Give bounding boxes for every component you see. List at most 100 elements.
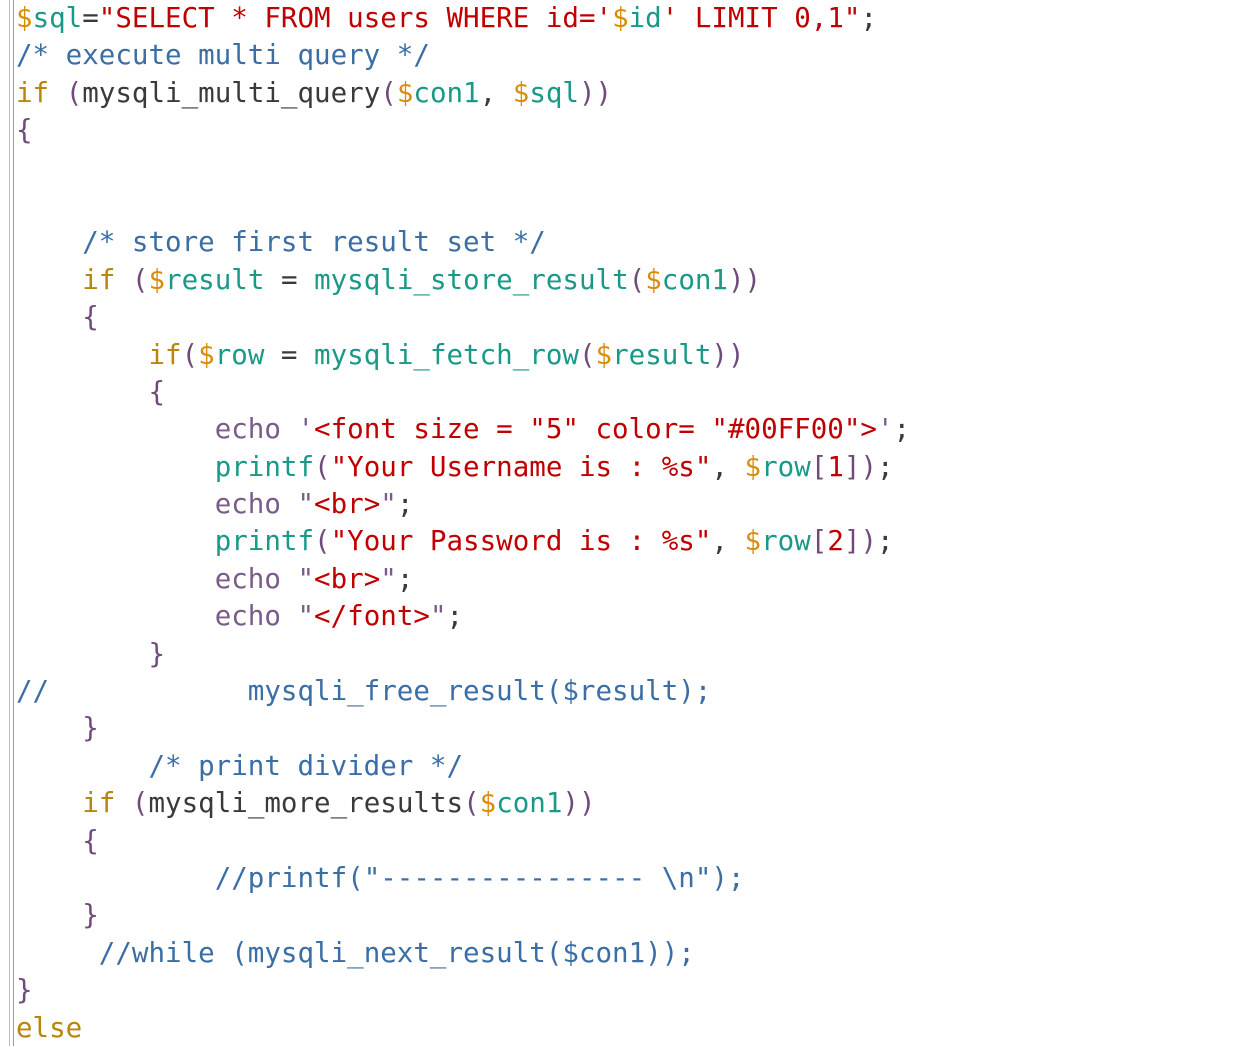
code-line: } [16, 972, 1235, 1009]
source-code-block[interactable]: $sql="SELECT * FROM users WHERE id='$id'… [16, 0, 1235, 1047]
code-token: { [82, 824, 99, 857]
code-token: "Your Username is : %s" [330, 450, 712, 483]
code-line: $sql="SELECT * FROM users WHERE id='$id'… [16, 0, 1235, 37]
gutter-rule-outer [9, 0, 10, 1046]
code-line: printf("Your Username is : %s", $row[1])… [16, 449, 1235, 486]
code-token: if [82, 263, 116, 296]
code-token: id [628, 2, 662, 34]
code-token: } [16, 974, 33, 1007]
code-token: echo [214, 488, 281, 521]
code-token: ; [446, 600, 464, 633]
code-token: if [16, 76, 50, 109]
code-token: ( [314, 525, 331, 558]
code-line: if (mysqli_more_results($con1)) [16, 785, 1235, 822]
code-token: } [148, 637, 166, 670]
code-line: } [16, 897, 1235, 934]
code-editor-view[interactable]: $sql="SELECT * FROM users WHERE id='$id'… [0, 0, 1235, 1046]
code-token: mysqli_fetch_row [314, 338, 579, 371]
code-line: if ($result = mysqli_store_result($con1)… [16, 262, 1235, 299]
code-token: } [82, 899, 99, 932]
code-token: = [264, 338, 315, 371]
code-line: else [16, 1010, 1235, 1047]
code-token: /* execute multi query */ [16, 39, 430, 72]
code-token: ( [131, 787, 149, 820]
code-token: { [16, 114, 33, 147]
code-token: printf [214, 525, 315, 558]
code-token: con1 [496, 787, 563, 820]
code-token: ; [396, 562, 414, 595]
code-token: ' LIMIT 0,1" [661, 2, 861, 34]
code-token: sql [32, 2, 83, 34]
code-token: result [165, 263, 265, 296]
code-token: mysqli_multi_query [82, 76, 381, 109]
code-token: //printf("---------------- \n"); [214, 861, 745, 894]
code-token: ( [181, 338, 199, 371]
code-token: /* print divider */ [148, 749, 464, 782]
code-token: )) [728, 263, 762, 296]
code-token: = [82, 2, 99, 34]
code-token: )) [578, 76, 613, 109]
code-token: echo [214, 413, 281, 446]
code-token: " [297, 600, 315, 633]
code-token: , [711, 450, 728, 483]
code-token: printf [214, 450, 315, 483]
code-line: //while (mysqli_next_result($con1)); [16, 935, 1235, 972]
code-token: SELECT * FROM users WHERE id=' [115, 2, 613, 34]
code-line: /* print divider */ [16, 748, 1235, 785]
code-token: $ [16, 2, 33, 34]
code-token: 2 [827, 525, 844, 558]
code-token: " [380, 488, 397, 521]
code-token: ( [314, 450, 331, 483]
code-token: con1 [413, 76, 480, 109]
code-token: ( [131, 263, 149, 296]
code-token: [ [810, 450, 828, 483]
code-token: = [264, 263, 315, 296]
code-token: ; [893, 413, 911, 446]
code-token: " [380, 562, 397, 595]
code-token: " [297, 562, 315, 595]
code-line: //printf("---------------- \n"); [16, 860, 1235, 897]
code-token: $ [612, 2, 629, 34]
code-token: echo [214, 562, 281, 595]
code-line: // mysqli_free_result($result); [16, 673, 1235, 710]
code-token: ' [876, 413, 894, 446]
code-token: $ [595, 338, 613, 371]
code-token: $ [198, 338, 215, 371]
code-token: } [82, 712, 99, 745]
code-token: row [761, 450, 811, 483]
code-token: )) [711, 338, 745, 371]
code-token: con1 [661, 263, 728, 296]
code-line: { [16, 374, 1235, 411]
code-token: if [148, 338, 182, 371]
code-line: echo '<font size = "5" color= "#00FF00">… [16, 411, 1235, 448]
code-token: /* store first result set */ [82, 226, 546, 259]
code-line: { [16, 112, 1235, 149]
code-line: } [16, 636, 1235, 673]
code-token: row [761, 525, 811, 558]
code-token: " [297, 488, 315, 521]
code-token: [ [810, 525, 828, 558]
code-token: $ [148, 263, 166, 296]
code-token: <br> [314, 488, 381, 521]
code-token: ; [860, 2, 877, 34]
code-token: sql [529, 76, 579, 109]
